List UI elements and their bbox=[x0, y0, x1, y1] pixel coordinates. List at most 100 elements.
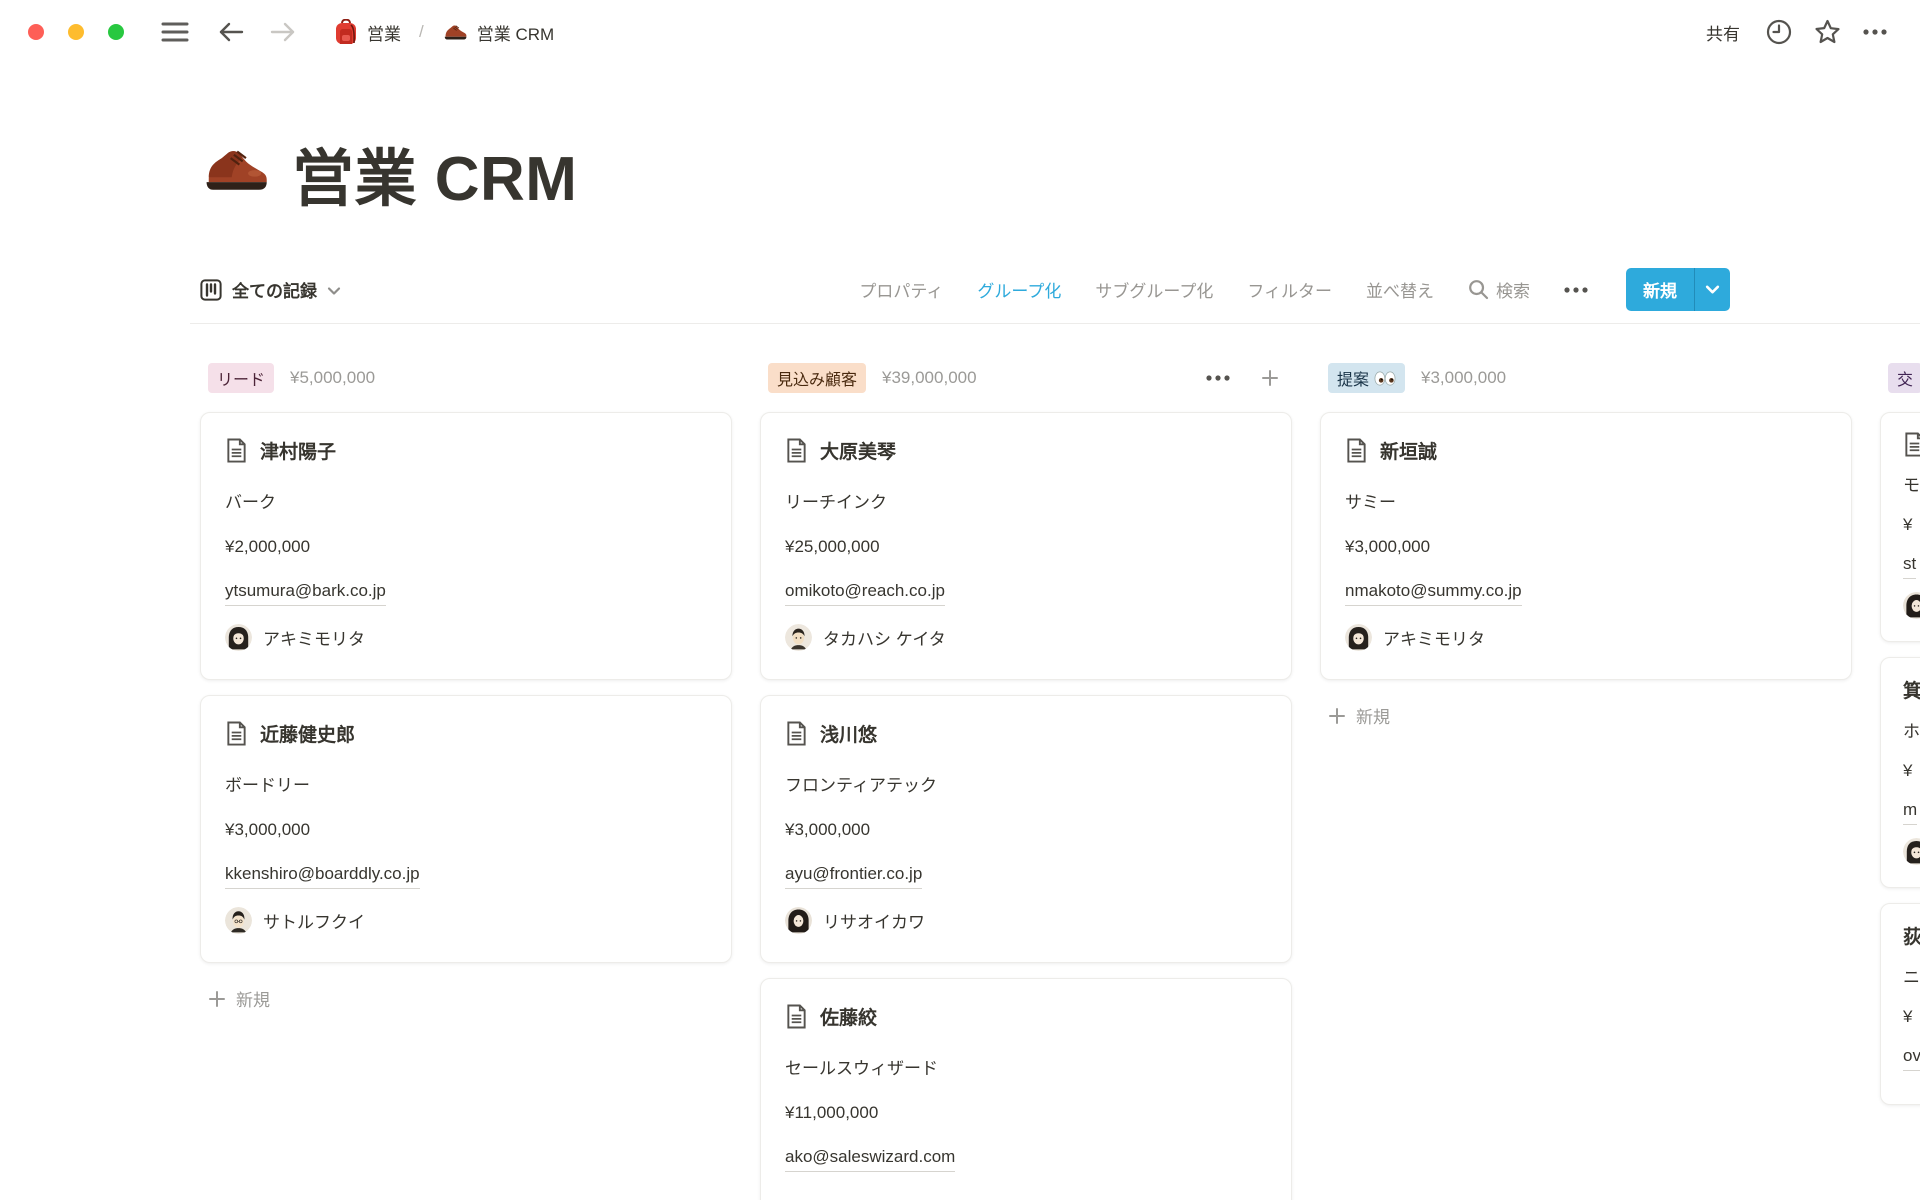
column-header: 交 bbox=[1880, 356, 1920, 400]
favorite-star-icon[interactable] bbox=[1810, 15, 1844, 49]
breadcrumb: 営業 / 営業 CRM bbox=[328, 16, 560, 48]
card-email-link[interactable]: m bbox=[1903, 797, 1917, 825]
back-icon[interactable] bbox=[214, 15, 248, 49]
updates-clock-icon[interactable] bbox=[1762, 15, 1796, 49]
column-total: ¥5,000,000 bbox=[290, 368, 375, 388]
assignee-avatar bbox=[1903, 838, 1920, 865]
card-amount: ¥11,000,000 bbox=[785, 1100, 1267, 1126]
card-amount: ¥ bbox=[1903, 758, 1920, 784]
card-assignee: アキミモリタ bbox=[1345, 624, 1827, 651]
card-assignee: アキミモリタ bbox=[225, 624, 707, 651]
add-card-button[interactable]: 新規 bbox=[1320, 695, 1852, 736]
zoom-window-button[interactable] bbox=[108, 24, 124, 40]
view-switcher[interactable]: 全ての記録 bbox=[200, 277, 341, 302]
assignee-avatar bbox=[785, 624, 812, 651]
card-amount: ¥3,000,000 bbox=[785, 817, 1267, 843]
column-status-badge[interactable]: 見込み顧客 bbox=[768, 363, 866, 393]
crm-card[interactable]: 新垣誠 サミー ¥3,000,000 nmakoto@summy.co.jp ア… bbox=[1320, 412, 1852, 680]
card-company: ニ bbox=[1903, 965, 1920, 991]
page-doc-icon bbox=[225, 721, 248, 746]
assignee-name: アキミモリタ bbox=[263, 625, 365, 650]
card-contact-name: 津村陽子 bbox=[260, 437, 336, 464]
crm-card[interactable]: 近藤健史郎 ボードリー ¥3,000,000 kkenshiro@boarddl… bbox=[200, 695, 732, 963]
minimize-window-button[interactable] bbox=[68, 24, 84, 40]
assignee-avatar bbox=[785, 907, 812, 934]
card-company: モ bbox=[1903, 473, 1920, 499]
card-email-link[interactable]: kkenshiro@boarddly.co.jp bbox=[225, 861, 420, 889]
page-doc-icon bbox=[785, 1004, 808, 1029]
card-contact-name: 大原美琴 bbox=[820, 437, 896, 464]
page-header: 営業 CRM bbox=[0, 64, 1920, 218]
column-status-badge[interactable]: 提案 bbox=[1328, 363, 1405, 393]
column-header-actions bbox=[1204, 364, 1284, 392]
window-titlebar: 営業 / 営業 CRM 共有 bbox=[0, 0, 1920, 64]
eyes-icon bbox=[1372, 371, 1396, 386]
card-contact-name: 浅川悠 bbox=[820, 720, 877, 747]
new-button-dropdown[interactable] bbox=[1694, 268, 1730, 311]
card-amount: ¥3,000,000 bbox=[225, 817, 707, 843]
card-email-link[interactable]: ako@saleswizard.com bbox=[785, 1144, 955, 1172]
assignee-avatar bbox=[1345, 624, 1372, 651]
breadcrumb-item-sales-crm[interactable]: 営業 CRM bbox=[436, 17, 560, 48]
card-email-link[interactable]: ayu@frontier.co.jp bbox=[785, 861, 922, 889]
share-button[interactable]: 共有 bbox=[1698, 16, 1748, 49]
board-column-lead: リード ¥5,000,000 津村陽子 バーク ¥2,000,000 ytsum… bbox=[200, 356, 732, 1019]
assignee-avatar bbox=[225, 624, 252, 651]
add-card-button[interactable]: 新規 bbox=[200, 978, 732, 1019]
page-doc-icon bbox=[785, 438, 808, 463]
traffic-lights bbox=[28, 24, 124, 40]
menu-filter[interactable]: フィルター bbox=[1247, 277, 1332, 302]
more-options-icon[interactable] bbox=[1858, 15, 1892, 49]
card-assignee: リサオイカワ bbox=[785, 907, 1267, 934]
crm-card[interactable]: モ ¥ st bbox=[1880, 412, 1920, 642]
card-amount: ¥3,000,000 bbox=[1345, 534, 1827, 560]
card-company: フロンティアテック bbox=[785, 773, 1267, 799]
card-assignee: サトルフクイ bbox=[225, 907, 707, 934]
crm-card[interactable]: 津村陽子 バーク ¥2,000,000 ytsumura@bark.co.jp … bbox=[200, 412, 732, 680]
menu-group-by[interactable]: グループ化 bbox=[977, 277, 1061, 302]
close-window-button[interactable] bbox=[28, 24, 44, 40]
card-email-link[interactable]: ov bbox=[1903, 1043, 1920, 1071]
chevron-down-icon bbox=[327, 286, 341, 296]
card-email-link[interactable]: st bbox=[1903, 551, 1916, 579]
breadcrumb-label: 営業 bbox=[367, 20, 401, 45]
crm-card[interactable]: 箕 ホ ¥ m bbox=[1880, 657, 1920, 888]
menu-sub-group-by[interactable]: サブグループ化 bbox=[1095, 277, 1213, 302]
card-amount: ¥ bbox=[1903, 1004, 1920, 1030]
crm-card[interactable]: 浅川悠 フロンティアテック ¥3,000,000 ayu@frontier.co… bbox=[760, 695, 1292, 963]
sidebar-menu-icon[interactable] bbox=[158, 15, 192, 49]
crm-card[interactable]: 大原美琴 リーチインク ¥25,000,000 omikoto@reach.co… bbox=[760, 412, 1292, 680]
assignee-name: アキミモリタ bbox=[1383, 625, 1485, 650]
column-more-icon[interactable] bbox=[1204, 364, 1232, 392]
column-add-icon[interactable] bbox=[1256, 364, 1284, 392]
page-doc-icon bbox=[1903, 432, 1920, 457]
card-company: セールスウィザード bbox=[785, 1056, 1267, 1082]
forward-icon[interactable] bbox=[266, 15, 300, 49]
card-assignee: タカハシ ケイタ bbox=[785, 624, 1267, 651]
plus-icon bbox=[208, 990, 226, 1008]
crm-card[interactable]: 佐藤絞 セールスウィザード ¥11,000,000 ako@saleswizar… bbox=[760, 978, 1292, 1200]
card-company: リーチインク bbox=[785, 490, 1267, 516]
search-icon bbox=[1468, 279, 1489, 300]
shoe-icon bbox=[200, 138, 270, 208]
card-amount: ¥ bbox=[1903, 512, 1920, 538]
card-email-link[interactable]: nmakoto@summy.co.jp bbox=[1345, 578, 1522, 606]
column-header: リード ¥5,000,000 bbox=[200, 356, 732, 400]
board-view-icon bbox=[200, 279, 222, 301]
view-more-icon[interactable] bbox=[1564, 287, 1588, 293]
new-split-button: 新規 bbox=[1626, 268, 1730, 311]
card-email-link[interactable]: omikoto@reach.co.jp bbox=[785, 578, 945, 606]
page-doc-icon bbox=[1345, 438, 1368, 463]
search-button[interactable]: 検索 bbox=[1468, 277, 1530, 302]
menu-sort[interactable]: 並べ替え bbox=[1366, 277, 1434, 302]
page-title: 営業 CRM bbox=[292, 128, 577, 218]
board-column-proposal: 提案 ¥3,000,000 新垣誠 サミー ¥3,000,000 nmakoto… bbox=[1320, 356, 1852, 736]
menu-properties[interactable]: プロパティ bbox=[859, 277, 943, 302]
breadcrumb-label: 営業 CRM bbox=[477, 20, 554, 45]
crm-card[interactable]: 荻 ニ ¥ ov bbox=[1880, 903, 1920, 1105]
card-email-link[interactable]: ytsumura@bark.co.jp bbox=[225, 578, 386, 606]
new-button[interactable]: 新規 bbox=[1626, 268, 1694, 311]
column-status-badge[interactable]: 交 bbox=[1888, 363, 1920, 393]
column-status-badge[interactable]: リード bbox=[208, 363, 274, 393]
breadcrumb-item-sales[interactable]: 営業 bbox=[328, 16, 407, 48]
